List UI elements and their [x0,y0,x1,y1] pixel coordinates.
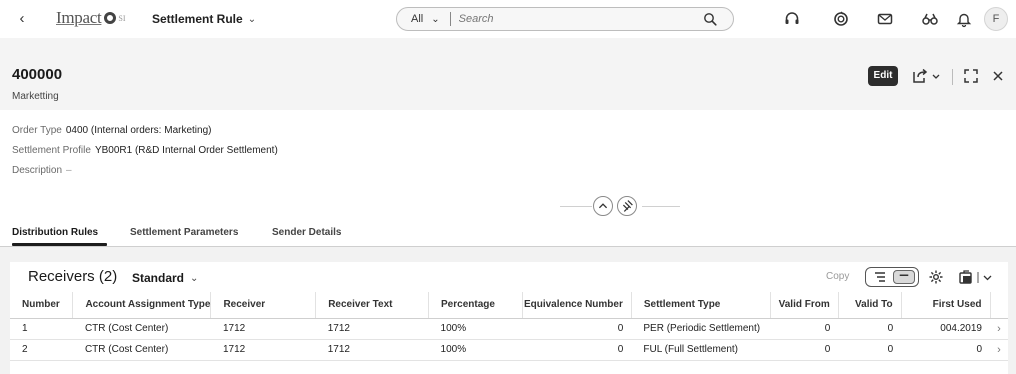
cell-receiver: 1712 [210,318,316,340]
search-scope-select[interactable]: All ⌄ [411,13,440,25]
column-header-settlement-type[interactable]: Settlement Type [631,292,771,319]
tab-settlement-parameters[interactable]: Settlement Parameters [130,227,238,238]
fullscreen-icon[interactable] [963,67,979,85]
variant-name: Standard [132,271,185,285]
share-icon [913,68,928,83]
cell-first-used: 004.2019 [901,318,990,340]
field-value: 0400 (Internal orders: Marketing) [65,125,212,136]
cell-valid-from: 0 [770,339,839,361]
chevron-down-icon: ⌄ [247,13,257,25]
close-icon[interactable] [991,67,1005,85]
field-settlement-profile: Settlement Profile YB00R1 (R&D Internal O… [12,145,278,156]
tab-bar: Distribution Rules Settlement Parameters… [0,220,1016,246]
cell-receiver-text: 1712 [315,339,429,361]
cell-receiver: 1712 [210,339,316,361]
cell-percentage: 100% [428,339,523,361]
column-header-first-used[interactable]: First Used [901,292,991,319]
variant-selector[interactable]: Standard ⌄ [132,271,198,285]
page-title: 400000 [12,66,63,83]
settings-icon[interactable] [928,269,944,285]
share-menu-button[interactable] [912,67,944,85]
cell-settlement-type: PER (Periodic Settlement) [631,318,771,340]
back-button[interactable]: ‹ [14,10,30,28]
logo-text: Impact [56,8,102,27]
column-header-valid-from[interactable]: Valid From [770,292,839,319]
cell-valid-from: 0 [770,318,839,340]
column-header-number[interactable]: Number [10,292,74,319]
column-header-equivalence-number[interactable]: Equivalence Number [522,292,632,319]
tab-distribution-rules[interactable]: Distribution Rules [12,227,98,238]
page-subtitle: Marketting [12,91,59,102]
company-logo[interactable]: Impact SI [56,8,126,28]
field-value: YB00R1 (R&D Internal Order Settlement) [94,145,278,156]
tab-sender-details[interactable]: Sender Details [272,227,341,238]
search-divider [449,12,451,26]
chevron-down-icon [932,74,940,79]
column-header-account-assignment-type[interactable]: Account Assignment Type [72,292,212,319]
user-avatar[interactable]: F [984,7,1008,31]
export-menu-button[interactable] [958,269,1002,285]
headset-icon[interactable] [783,10,801,28]
cell-number: 2 [10,339,73,361]
column-header-percentage[interactable]: Percentage [428,292,523,319]
bell-icon[interactable] [955,10,973,28]
shell-bar: ‹ Impact SI Settlement Rule ⌄ All ⌄ F [0,0,1016,38]
cell-account-assignment-type: CTR (Cost Center) [72,339,211,361]
joule-assistant-icon[interactable] [832,10,850,28]
pin-icon[interactable] [617,196,637,216]
object-header: 400000 Marketting Edit [0,38,1016,110]
cell-percentage: 100% [428,318,523,340]
search-scope-value: All [411,13,424,25]
cell-receiver-text: 1712 [315,318,429,340]
chevron-right-icon[interactable]: › [990,339,1008,361]
row-mode-segmented [865,267,919,287]
collapse-header-button[interactable] [593,196,613,216]
copy-button[interactable]: Copy [826,271,849,282]
cell-valid-to: 0 [838,339,902,361]
table-row[interactable]: 2 CTR (Cost Center) 1712 1712 100% 0 FUL… [10,339,1008,361]
chevron-down-icon: ⌄ [431,13,440,25]
chevron-right-icon[interactable]: › [990,318,1008,340]
search-bar: All ⌄ [396,7,734,31]
cell-settlement-type: FUL (Full Settlement) [631,339,771,361]
column-header-valid-to[interactable]: Valid To [838,292,902,319]
table-row[interactable]: 1 CTR (Cost Center) 1712 1712 100% 0 PER… [10,318,1008,340]
edit-button[interactable]: Edit [868,66,898,86]
field-description: Description – [12,165,72,176]
app-title: Settlement Rule [152,12,243,26]
header-divider [952,69,953,85]
condensed-view-icon[interactable] [869,270,891,284]
field-label: Order Type [12,125,62,136]
column-header-receiver[interactable]: Receiver [210,292,317,319]
field-value: – [66,165,72,176]
table-header-row: Number Account Assignment Type Receiver … [10,292,1008,319]
binoculars-icon[interactable] [921,10,939,28]
table-title: Receivers (2) [28,268,118,285]
mail-icon[interactable] [876,10,894,28]
export-icon [959,270,972,284]
cell-first-used: 0 [901,339,990,361]
column-header-receiver-text[interactable]: Receiver Text [315,292,430,319]
logo-ring-icon [104,12,117,24]
field-label: Settlement Profile [12,145,91,156]
cell-equivalence-number: 0 [522,318,632,340]
field-order-type: Order Type 0400 (Internal orders: Marketi… [12,125,211,136]
cell-valid-to: 0 [838,318,902,340]
logo-superscript: SI [118,13,126,23]
search-input[interactable] [458,13,689,25]
chevron-down-icon [983,275,992,281]
cell-account-assignment-type: CTR (Cost Center) [72,318,211,340]
search-icon[interactable] [703,12,717,26]
receivers-table: Number Account Assignment Type Receiver … [10,292,1008,361]
field-label: Description [12,165,63,176]
compact-view-icon[interactable] [893,270,915,284]
header-toggle-bar [560,196,680,216]
chevron-down-icon: ⌄ [190,272,199,284]
app-title-menu[interactable]: Settlement Rule ⌄ [152,12,256,26]
column-header-nav [990,292,1008,319]
cell-number: 1 [10,318,73,340]
cell-equivalence-number: 0 [522,339,632,361]
